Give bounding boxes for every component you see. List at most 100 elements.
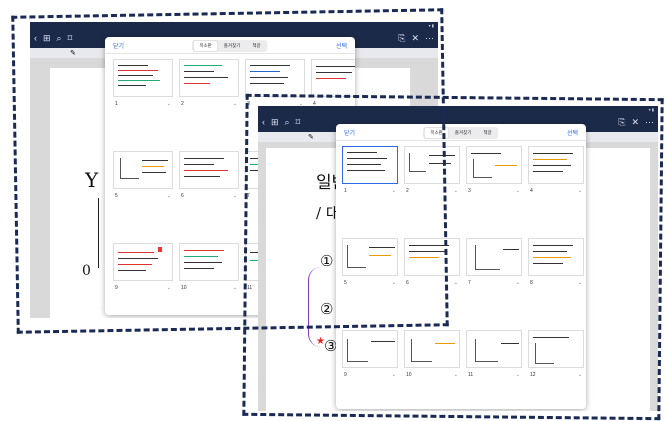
page-thumbnail[interactable]: 11 ⌄ (466, 330, 522, 409)
close-button[interactable]: 닫기 (113, 41, 124, 50)
ink-line (533, 171, 563, 172)
search-icon[interactable]: ⌕ (57, 33, 62, 44)
ink-line (184, 262, 222, 263)
more-icon[interactable]: ⋯ (645, 117, 654, 128)
grid-icon[interactable]: ⊞ (43, 33, 51, 44)
page-thumbnail[interactable]: 3 ⌄ (466, 146, 522, 236)
share-icon[interactable]: ⎘ (618, 117, 625, 128)
thumbnail-image (179, 59, 239, 97)
tab-outline[interactable]: 책갈 (477, 128, 497, 138)
back-icon[interactable]: ‹ (34, 33, 37, 44)
bookmark-icon[interactable]: ⌑ (296, 117, 301, 128)
share-icon[interactable]: ⎘ (398, 33, 405, 44)
thumbnail-image (342, 146, 398, 184)
page-menu-icon[interactable]: ⌄ (392, 188, 396, 194)
thumbnail-image (528, 330, 584, 368)
page-thumbnail[interactable]: 2 ⌄ (179, 59, 239, 147)
page-thumbnail[interactable]: 12 ⌄ (528, 330, 584, 409)
pen-icon[interactable]: ✎ (70, 49, 76, 57)
page-thumbnail[interactable]: 4 ⌄ (528, 146, 584, 236)
ink-line (347, 170, 385, 171)
page-thumbnail[interactable]: 5 ⌄ (342, 238, 398, 328)
page-menu-icon[interactable]: ⌄ (392, 372, 396, 378)
tab-outline[interactable]: 책갈 (246, 41, 266, 51)
page-thumbnail[interactable]: 6 ⌄ (404, 238, 460, 328)
page-number: 2 (181, 101, 184, 107)
thumbnail-image (113, 59, 173, 97)
ink-line (184, 176, 220, 177)
page-menu-icon[interactable]: ⌄ (167, 285, 171, 291)
graph-sketch (411, 339, 432, 362)
page-menu-icon[interactable]: ⌄ (233, 285, 237, 291)
page-number: 5 (344, 280, 347, 286)
page-overview-panel: 닫기 목소판 즐겨찾기 책갈 선택 1 ⌄ (336, 124, 586, 409)
page-number: 7 (468, 280, 471, 286)
page-menu-icon[interactable]: ⌄ (516, 280, 520, 286)
page-thumbnail[interactable]: 10 ⌄ (179, 243, 239, 315)
page-thumbnail[interactable]: 1 ⌄ (113, 59, 173, 147)
right-screenshot: ▾ ▮ ‹ ⊞ ⌕ ⌑ ⎘ ✕ ⋯ ✎ 일반 / 대 ① ② ③ ★ 닫기 목소… (258, 106, 658, 411)
page-thumbnail[interactable]: 10 ⌄ (404, 330, 460, 409)
search-icon[interactable]: ⌕ (285, 117, 290, 128)
ink-line (250, 77, 288, 78)
tab-favorites[interactable]: 즐겨찾기 (449, 128, 478, 138)
ink-line (435, 343, 455, 344)
page-menu-icon[interactable]: ⌄ (578, 372, 582, 378)
close-icon[interactable]: ✕ (631, 117, 639, 128)
select-button[interactable]: 선택 (336, 41, 347, 50)
ink-line (316, 78, 346, 79)
page-thumbnail[interactable]: 9 ⌄ (342, 330, 398, 409)
graph-sketch (347, 245, 366, 268)
thumbnail-image (179, 243, 239, 281)
page-menu-icon[interactable]: ⌄ (454, 188, 458, 194)
thumbnail-image (342, 330, 398, 368)
red-marker (158, 247, 162, 252)
ink-line (495, 165, 517, 166)
page-menu-icon[interactable]: ⌄ (392, 280, 396, 286)
ink-line (409, 257, 439, 258)
thumbnail-image (113, 243, 173, 281)
ink-line (250, 83, 284, 84)
page-menu-icon[interactable]: ⌄ (233, 193, 237, 199)
back-icon[interactable]: ‹ (262, 117, 265, 128)
handwriting-circle-2: ② (320, 300, 334, 318)
tab-favorites[interactable]: 즐겨찾기 (218, 41, 247, 51)
ink-line (184, 170, 228, 171)
page-thumbnail[interactable]: 6 ⌄ (179, 151, 239, 239)
page-menu-icon[interactable]: ⌄ (578, 280, 582, 286)
thumbnail-image (466, 330, 522, 368)
page-number: 10 (406, 372, 412, 378)
ink-line (142, 172, 166, 173)
page-thumbnail[interactable]: 8 ⌄ (528, 238, 584, 328)
page-menu-icon[interactable]: ⌄ (516, 188, 520, 194)
page-menu-icon[interactable]: ⌄ (167, 101, 171, 107)
page-menu-icon[interactable]: ⌄ (516, 372, 520, 378)
handwriting-origin: 0 (82, 263, 91, 279)
page-menu-icon[interactable]: ⌄ (454, 280, 458, 286)
tab-thumbnails[interactable]: 목소판 (193, 41, 218, 51)
ink-line (142, 160, 168, 161)
page-menu-icon[interactable]: ⌄ (454, 372, 458, 378)
page-menu-icon[interactable]: ⌄ (167, 193, 171, 199)
ink-line (184, 250, 224, 251)
bookmark-icon[interactable]: ⌑ (68, 33, 73, 44)
page-thumbnail[interactable]: 1 ⌄ (342, 146, 398, 236)
ink-line (118, 75, 153, 76)
select-button[interactable]: 선택 (567, 128, 578, 137)
tab-thumbnails[interactable]: 목소판 (424, 128, 449, 138)
page-thumbnail[interactable]: 2 ⌄ (404, 146, 460, 236)
page-menu-icon[interactable]: ⌄ (233, 101, 237, 107)
thumbnail-image (311, 59, 355, 97)
pen-icon[interactable]: ✎ (308, 133, 314, 141)
close-button[interactable]: 닫기 (344, 128, 355, 137)
page-thumbnail[interactable]: 7 ⌄ (466, 238, 522, 328)
ink-line (316, 72, 352, 73)
page-menu-icon[interactable]: ⌄ (578, 188, 582, 194)
more-icon[interactable]: ⋯ (425, 33, 434, 44)
page-thumbnail[interactable]: 5 ⌄ (113, 151, 173, 239)
close-icon[interactable]: ✕ (411, 33, 419, 44)
grid-icon[interactable]: ⊞ (271, 117, 279, 128)
ink-line (184, 268, 214, 269)
page-number: 1 (344, 188, 347, 194)
page-thumbnail[interactable]: 9 ⌄ (113, 243, 173, 315)
